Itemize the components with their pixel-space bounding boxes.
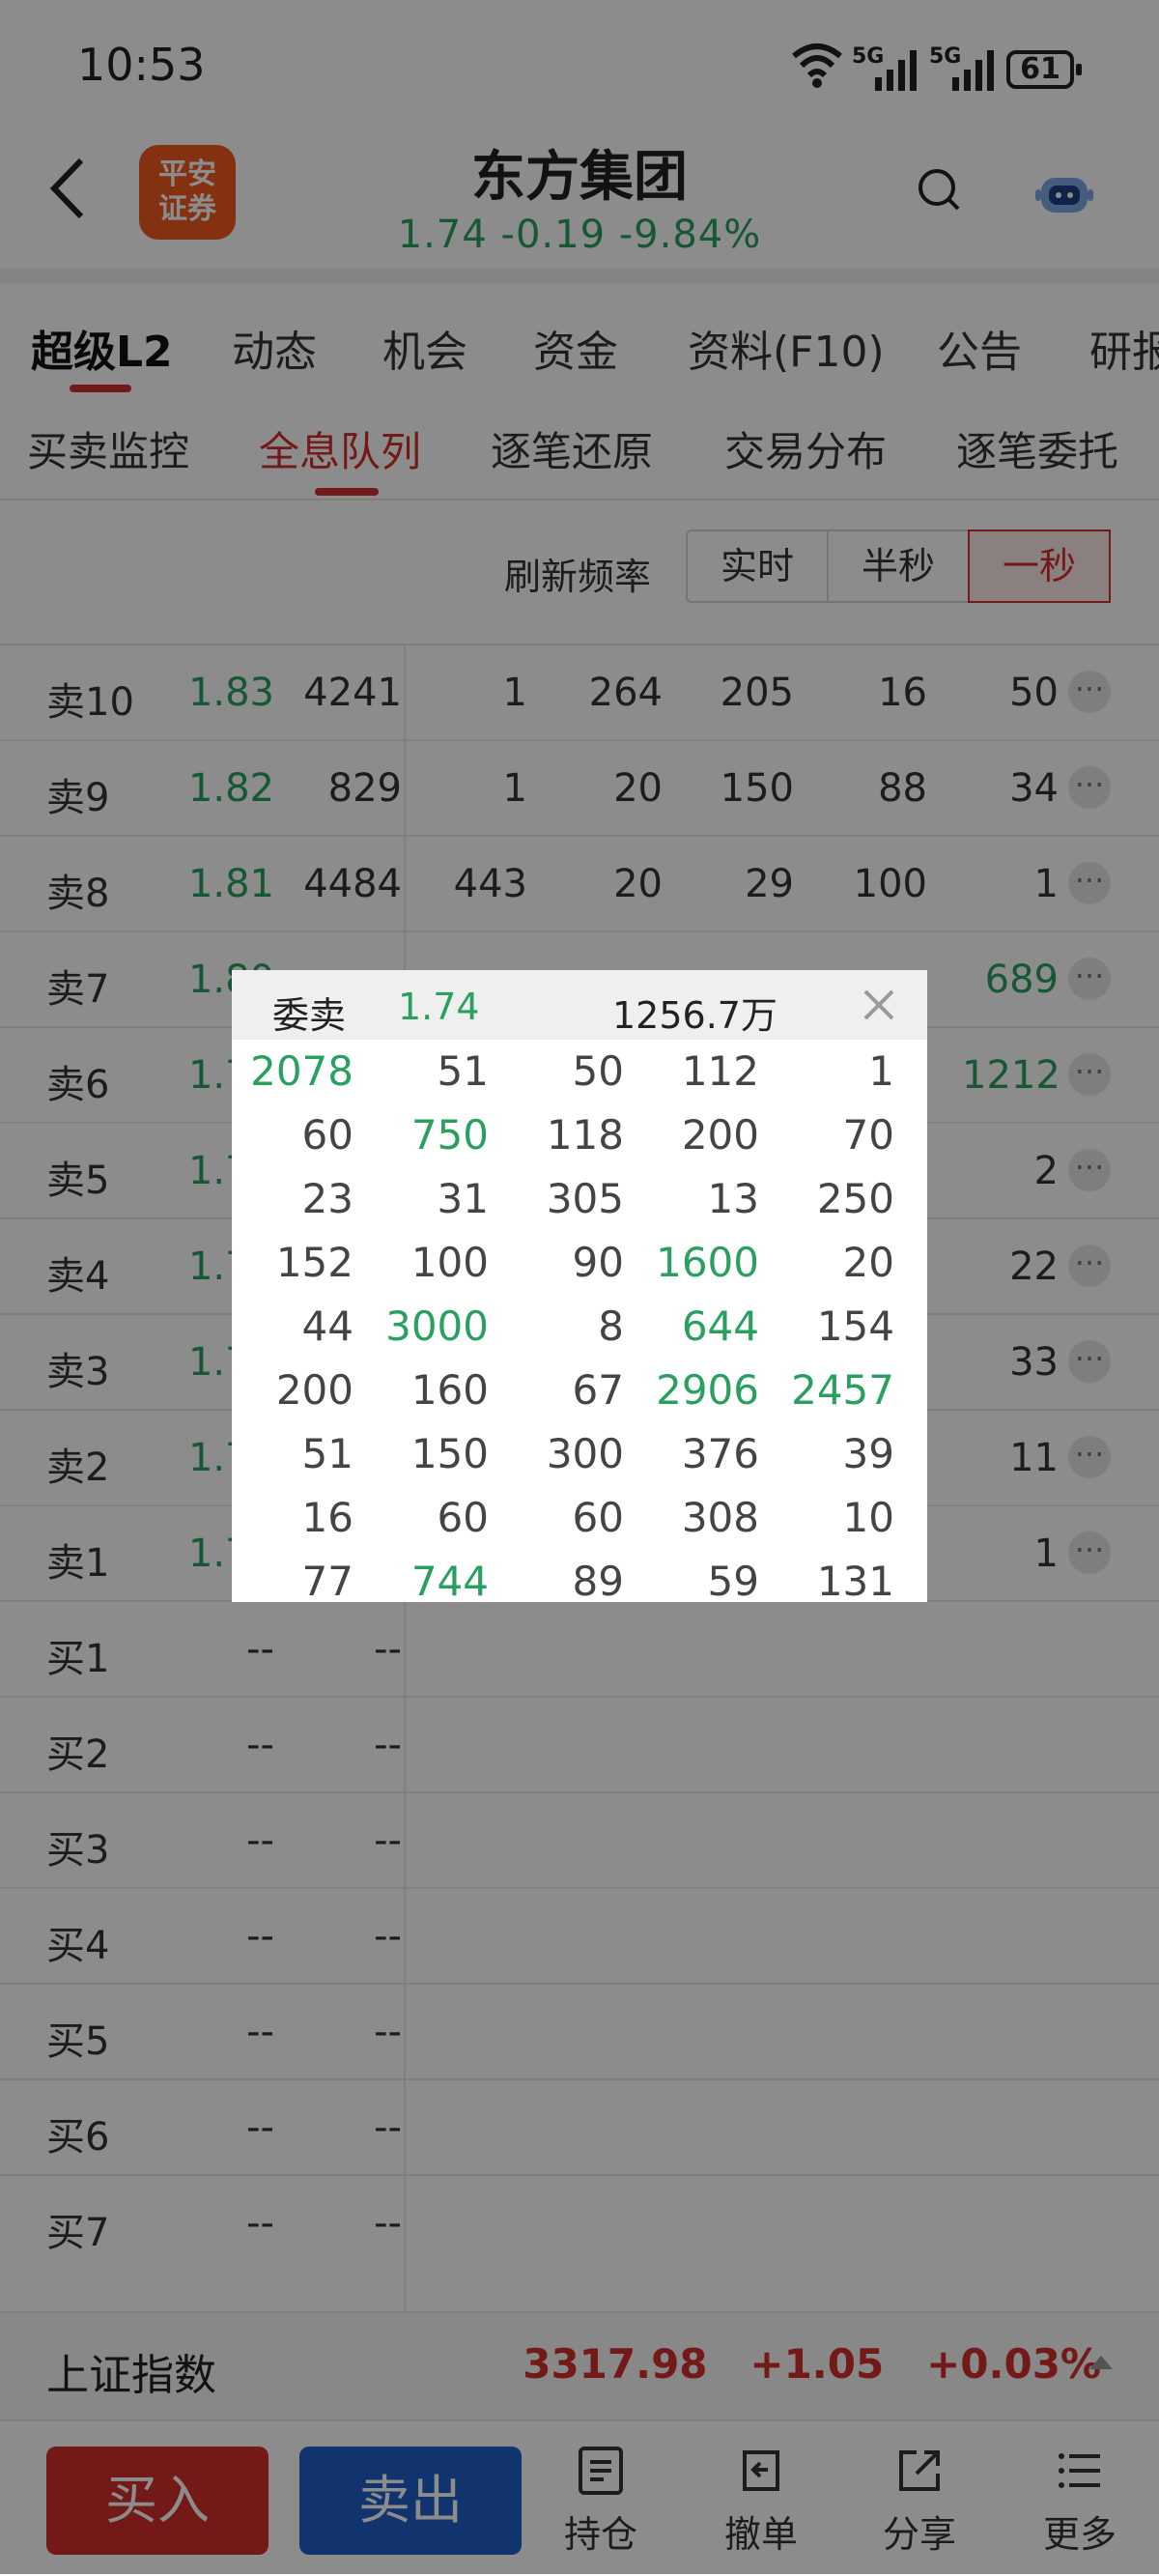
popup-order-qty: 154	[816, 1302, 894, 1350]
close-icon[interactable]	[860, 986, 898, 1024]
popup-order-qty: 39	[842, 1430, 894, 1477]
popup-header: 委卖 1.74 1256.7万	[232, 970, 927, 1040]
popup-order-qty: 644	[681, 1302, 759, 1350]
popup-order-qty: 376	[681, 1430, 759, 1477]
popup-order-qty: 70	[842, 1111, 894, 1159]
popup-order-qty: 118	[546, 1111, 624, 1159]
popup-order-qty: 2457	[791, 1366, 894, 1414]
popup-order-qty: 60	[572, 1494, 624, 1541]
popup-order-qty: 77	[301, 1558, 353, 1602]
popup-order-qty: 51	[437, 1047, 489, 1095]
popup-order-qty: 3000	[385, 1302, 489, 1350]
popup-order-qty: 2906	[656, 1366, 759, 1414]
popup-order-qty: 305	[546, 1175, 624, 1222]
popup-order-qty: 16	[301, 1494, 353, 1541]
popup-price: 1.74	[398, 986, 480, 1028]
popup-order-qty: 50	[572, 1047, 624, 1095]
popup-order-qty: 160	[410, 1366, 489, 1414]
popup-order-qty: 44	[301, 1302, 353, 1350]
popup-order-qty: 60	[301, 1111, 353, 1159]
popup-order-qty: 67	[572, 1366, 624, 1414]
popup-order-qty: 13	[707, 1175, 759, 1222]
popup-order-qty: 23	[301, 1175, 353, 1222]
popup-order-qty: 200	[681, 1111, 759, 1159]
popup-order-qty: 10	[842, 1494, 894, 1541]
popup-order-qty: 200	[275, 1366, 353, 1414]
popup-order-qty: 750	[410, 1111, 489, 1159]
popup-order-qty: 308	[681, 1494, 759, 1541]
popup-total: 1256.7万	[612, 994, 777, 1037]
popup-order-qty: 60	[437, 1494, 489, 1541]
popup-order-qty: 8	[598, 1302, 624, 1350]
popup-order-qty: 150	[410, 1430, 489, 1477]
popup-order-qty: 250	[816, 1175, 894, 1222]
popup-order-qty: 300	[546, 1430, 624, 1477]
popup-order-qty: 112	[681, 1047, 759, 1095]
popup-order-qty: 20	[842, 1239, 894, 1286]
popup-order-qty: 51	[301, 1430, 353, 1477]
popup-order-qty: 1	[868, 1047, 894, 1095]
order-queue-popup: 委卖 1.74 1256.7万 2078 51 50 112 1 60 750 118 200 7…	[232, 970, 927, 1602]
popup-order-qty: 1600	[656, 1239, 759, 1286]
popup-order-qty: 31	[437, 1175, 489, 1222]
popup-order-qty: 152	[275, 1239, 353, 1286]
popup-order-qty: 90	[572, 1239, 624, 1286]
popup-order-qty: 89	[572, 1558, 624, 1602]
popup-order-qty: 59	[707, 1558, 759, 1602]
popup-order-qty: 744	[410, 1558, 489, 1602]
popup-side-label: 委卖	[272, 994, 347, 1037]
popup-order-qty: 131	[816, 1558, 894, 1602]
popup-order-qty: 2078	[250, 1047, 353, 1095]
popup-order-qty: 100	[410, 1239, 489, 1286]
